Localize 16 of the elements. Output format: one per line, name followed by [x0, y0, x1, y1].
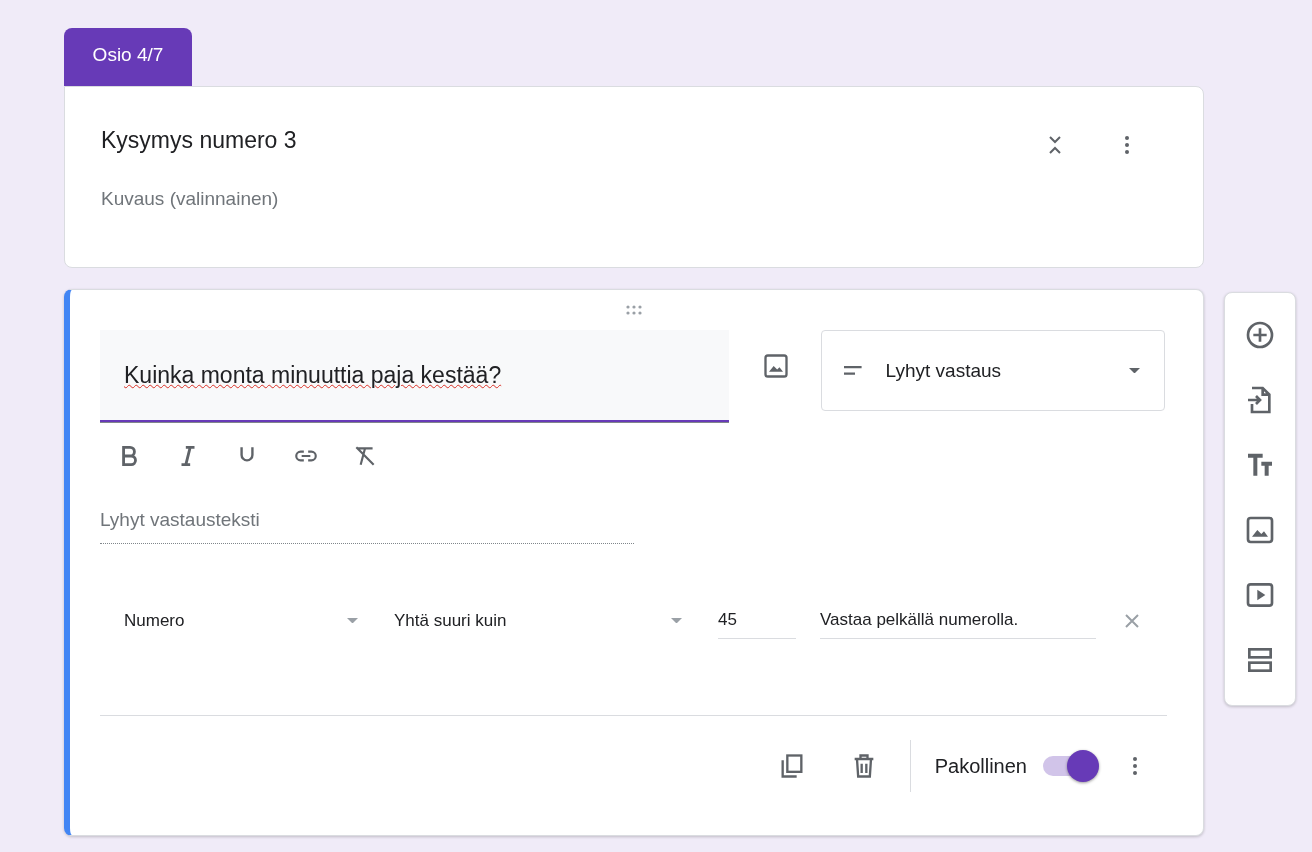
short-text-icon	[844, 366, 862, 375]
condition-dropdown[interactable]: Yhtä suuri kuin	[370, 610, 682, 631]
caret-icon	[1129, 367, 1140, 374]
section-title[interactable]: Kysymys numero 3	[101, 123, 297, 158]
add-circle-icon[interactable]	[1244, 319, 1276, 351]
dropdown-label: Lyhyt vastaus	[885, 359, 1003, 382]
question-type-dropdown[interactable]: Lyhyt vastaus	[821, 330, 1165, 411]
category-dropdown[interactable]: Numero	[100, 610, 358, 631]
answer-field: Lyhyt vastausteksti	[100, 509, 634, 544]
image-icon[interactable]	[1244, 514, 1276, 546]
caret-icon	[347, 617, 358, 624]
question-field[interactable]: Kuinka monta minuuttia paja kestää?	[100, 330, 729, 423]
image-icon[interactable]	[762, 352, 790, 380]
caret-icon	[671, 617, 682, 624]
required-toggle[interactable]	[1043, 749, 1099, 783]
required-label: Pakollinen	[934, 754, 1027, 778]
